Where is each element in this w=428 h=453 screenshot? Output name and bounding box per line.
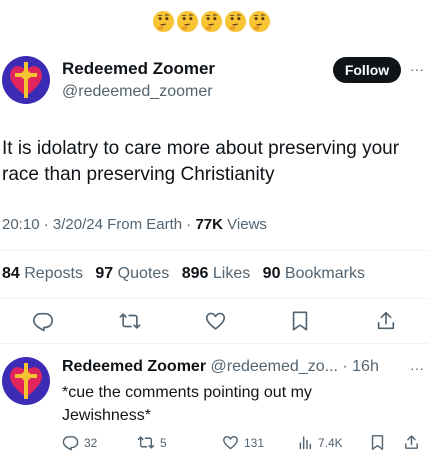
reposts-count: 84 (2, 265, 20, 282)
reply-icon (33, 312, 53, 332)
divider (0, 298, 428, 299)
reply-author-name[interactable]: Redeemed Zoomer (62, 358, 206, 375)
reply-views-button[interactable]: 7.4K (297, 434, 343, 451)
share-icon (405, 435, 418, 449)
reply-text: *cue the comments pointing out my Jewish… (62, 384, 312, 424)
thinking-face-icon (176, 10, 199, 33)
like-button[interactable] (202, 309, 228, 333)
tweet-meta: 20:10 · 3/20/24 From Earth · 77K Views (2, 216, 267, 233)
thinking-face-icon (224, 10, 247, 33)
tweet-source: From Earth (107, 216, 183, 233)
share-button[interactable] (374, 309, 398, 333)
thinking-face-icon (248, 10, 271, 33)
bookmark-button[interactable] (288, 309, 312, 333)
engagement-stats: 84 Reposts 97 Quotes 896 Likes 90 Bookma… (2, 265, 373, 283)
reply-reposts-count: 5 (160, 435, 167, 450)
likes-stat[interactable]: 896 Likes (182, 265, 251, 282)
quotes-count: 97 (95, 265, 114, 282)
reply-bookmark-button[interactable] (370, 434, 385, 451)
reply-reply-button[interactable]: 32 (62, 434, 97, 451)
views-label: Views (227, 216, 267, 233)
follow-button[interactable]: Follow (333, 57, 401, 83)
reply-share-button[interactable] (403, 434, 420, 451)
more-options-icon[interactable]: ··· (410, 61, 424, 77)
bookmarks-label: Bookmarks (284, 265, 365, 282)
reaction-emoji-row (152, 10, 271, 33)
reply-replies-count: 32 (84, 435, 98, 450)
author-name[interactable]: Redeemed Zoomer (62, 59, 215, 79)
reply-age[interactable]: 16h (352, 358, 379, 375)
views-icon (299, 436, 312, 450)
reply-more-options-icon[interactable]: ··· (410, 360, 424, 376)
reply-button[interactable] (30, 309, 56, 333)
bookmarks-stat[interactable]: 90 Bookmarks (263, 265, 365, 282)
reply-author-avatar[interactable] (2, 357, 50, 405)
quotes-label: Quotes (117, 265, 170, 282)
divider (0, 250, 428, 251)
bookmarks-count: 90 (262, 265, 281, 282)
author-handle[interactable]: @redeemed_zoomer (62, 83, 213, 101)
like-icon (223, 435, 238, 450)
reply-separator: · (342, 358, 348, 375)
share-icon (377, 311, 395, 330)
likes-count: 896 (181, 265, 209, 282)
reply-likes-count: 131 (244, 435, 265, 450)
tweet-date[interactable]: 3/20/24 (53, 216, 103, 233)
reply-icon (62, 436, 79, 451)
repost-icon (137, 436, 155, 449)
reposts-stat[interactable]: 84 Reposts (2, 265, 83, 282)
thinking-face-icon (152, 10, 175, 33)
author-avatar[interactable] (2, 56, 50, 104)
reply-repost-button[interactable]: 5 (137, 434, 167, 451)
divider (0, 343, 428, 344)
reply-views-count: 7.4K (318, 435, 343, 450)
reply-author-handle[interactable]: @redeemed_zo... (211, 358, 338, 375)
reply-like-button[interactable]: 131 (222, 434, 264, 451)
like-icon (205, 312, 225, 330)
reposts-label: Reposts (24, 265, 83, 282)
meta-separator: · (43, 216, 49, 233)
tweet-time[interactable]: 20:10 (2, 216, 40, 233)
repost-button[interactable] (116, 309, 144, 333)
quotes-stat[interactable]: 97 Quotes (95, 265, 169, 282)
repost-icon (119, 313, 141, 329)
bookmark-icon (371, 435, 384, 450)
bookmark-icon (292, 311, 308, 331)
reply-header: Redeemed Zoomer @redeemed_zo... · 16h (62, 358, 379, 376)
likes-label: Likes (212, 265, 251, 282)
thinking-face-icon (200, 10, 223, 33)
tweet-text: It is idolatry to care more about preser… (2, 138, 400, 185)
meta-separator: · (186, 216, 192, 233)
views-count: 77K (195, 216, 223, 233)
